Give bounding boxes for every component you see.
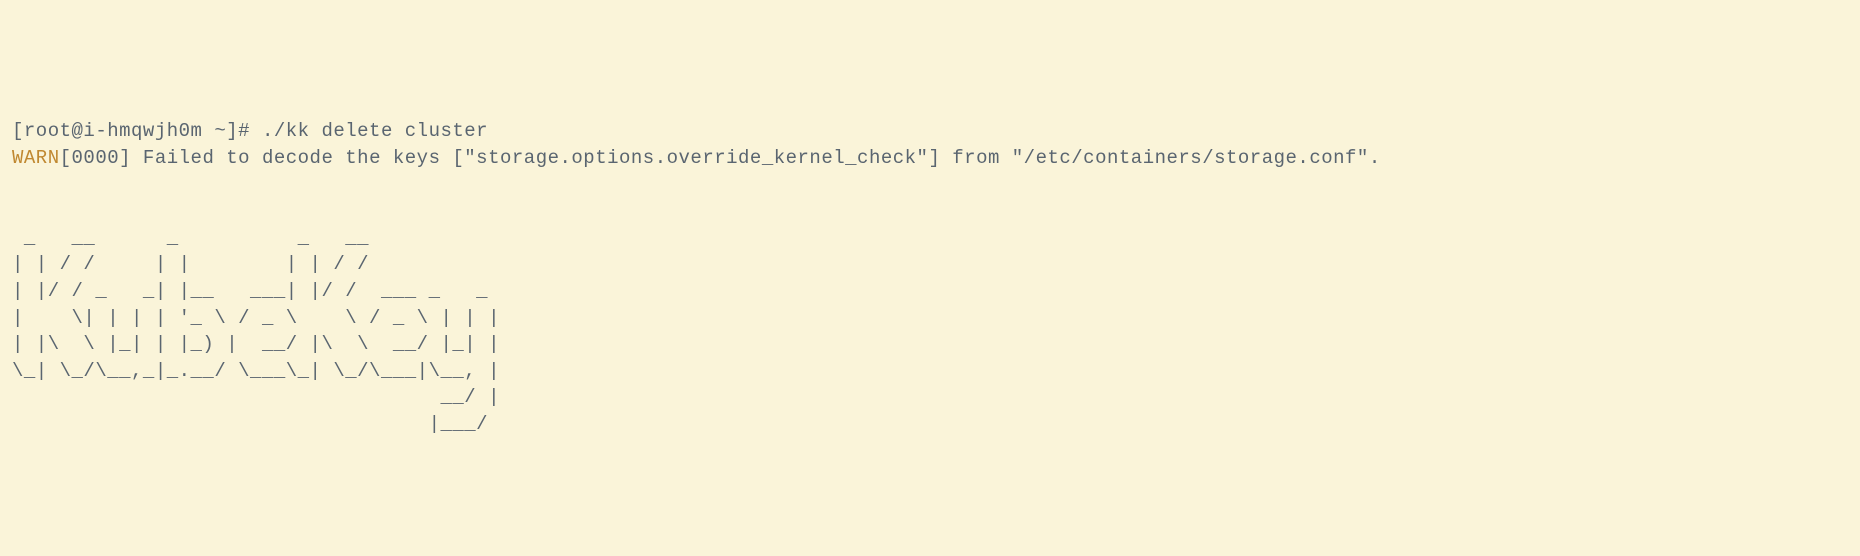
warn-message: Failed to decode the keys ["storage.opti…	[131, 147, 1381, 169]
warn-bracket: [0000]	[60, 147, 131, 169]
warn-label: WARN	[12, 147, 60, 169]
ascii-art-logo: _ __ _ _ __ | | / / | | | | / / | |/ / _…	[12, 227, 500, 435]
terminal-prompt: [root@i-hmqwjh0m ~]# ./kk delete cluster	[12, 120, 488, 142]
